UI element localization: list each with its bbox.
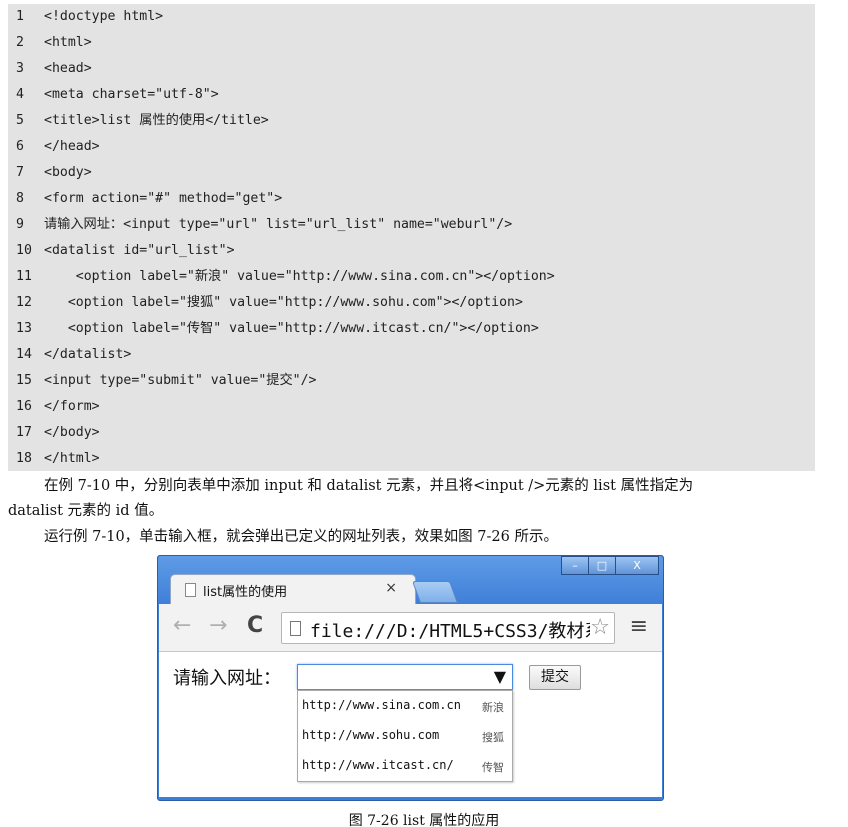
line-code: <body>: [44, 165, 92, 180]
submit-button[interactable]: 提交: [529, 665, 581, 690]
datalist-option[interactable]: http://www.sina.com.cn 新浪: [298, 691, 512, 721]
code-line: 7 <body>: [8, 160, 815, 186]
address-bar[interactable]: file:///D:/HTML5+CSS3/教材系 ☆: [281, 612, 615, 644]
address-url: file:///D:/HTML5+CSS3/教材系: [310, 621, 590, 642]
line-number: 13: [16, 321, 32, 336]
line-number: 6: [16, 139, 24, 154]
code-line: 3 <head>: [8, 56, 815, 82]
code-line: 8 <form action="#" method="get">: [8, 186, 815, 212]
code-line: 5 <title>list 属性的使用</title>: [8, 108, 815, 134]
code-line: 11 <option label="新浪" value="http://www.…: [8, 264, 815, 290]
code-line: 14 </datalist>: [8, 342, 815, 368]
code-block: 1 <!doctype html> 2 <html> 3 <head> 4 <meta …: [8, 4, 815, 471]
line-number: 11: [16, 269, 32, 284]
line-code: <!doctype html>: [44, 9, 164, 24]
line-number: 15: [16, 373, 32, 388]
code-line: 17 </body>: [8, 420, 815, 446]
option-url: http://www.sohu.com: [302, 728, 440, 742]
code-line: 10 <datalist id="url_list">: [8, 238, 815, 264]
line-number: 7: [16, 165, 24, 180]
line-code: </body>: [44, 425, 100, 440]
code-line: 1 <!doctype html>: [8, 4, 815, 30]
line-code: <head>: [44, 61, 92, 76]
code-line: 6 </head>: [8, 134, 815, 160]
code-line: 18 </html>: [8, 446, 815, 472]
option-url: http://www.sina.com.cn: [302, 698, 461, 712]
line-code: <meta charset="utf-8">: [44, 87, 219, 102]
toolbar: ← → C file:///D:/HTML5+CSS3/教材系 ☆ ≡: [159, 604, 662, 652]
datalist-dropdown: http://www.sina.com.cn 新浪 http://www.soh…: [297, 690, 513, 782]
tab-close-icon[interactable]: ×: [385, 580, 397, 596]
code-line: 9 请输入网址：<input type="url" list="url_list"…: [8, 212, 815, 238]
close-window-button[interactable]: X: [615, 556, 659, 575]
paragraph-line: 在例 7-10 中，分别向表单中添加 input 和 datalist 元素，并…: [44, 478, 694, 494]
browser-window: – □ X list属性的使用 × ← → C file:///D:/HTML5…: [157, 555, 664, 801]
line-code: </datalist>: [44, 347, 132, 362]
code-line: 13 <option label="传智" value="http://www.…: [8, 316, 815, 342]
browser-tab[interactable]: list属性的使用 ×: [170, 574, 416, 604]
line-code: <form action="#" method="get">: [44, 191, 283, 206]
line-number: 3: [16, 61, 24, 76]
maximize-button[interactable]: □: [588, 556, 616, 575]
line-number: 4: [16, 87, 24, 102]
option-label: 传智: [482, 761, 504, 774]
figure-caption: 图 7-26 list 属性的应用: [348, 813, 500, 827]
code-line: 15 <input type="submit" value="提交"/>: [8, 368, 815, 394]
line-code: <title>list 属性的使用</title>: [44, 113, 269, 128]
menu-icon[interactable]: ≡: [630, 614, 648, 639]
code-line: 2 <html>: [8, 30, 815, 56]
new-tab-button[interactable]: [411, 581, 459, 603]
code-line: 4 <meta charset="utf-8">: [8, 82, 815, 108]
line-number: 10: [16, 243, 32, 258]
line-number: 12: [16, 295, 32, 310]
line-number: 1: [16, 9, 24, 24]
line-number: 14: [16, 347, 32, 362]
datalist-option[interactable]: http://www.itcast.cn/ 传智: [298, 751, 512, 781]
code-line: 12 <option label="搜狐" value="http://www.…: [8, 290, 815, 316]
line-code: </head>: [44, 139, 100, 154]
option-label: 新浪: [482, 701, 504, 714]
line-number: 17: [16, 425, 32, 440]
page-icon: [185, 583, 196, 597]
page-content: 请输入网址： ▼ 提交 http://www.sina.com.cn 新浪 ht…: [159, 652, 662, 797]
reload-icon[interactable]: C: [247, 614, 263, 638]
tab-title: list属性的使用: [203, 585, 288, 600]
line-code: <option label="传智" value="http://www.itc…: [44, 321, 539, 336]
back-arrow-icon[interactable]: ←: [173, 614, 191, 638]
line-code: <option label="新浪" value="http://www.sin…: [44, 269, 555, 284]
option-label: 搜狐: [482, 731, 504, 744]
datalist-option[interactable]: http://www.sohu.com 搜狐: [298, 721, 512, 751]
line-code: 请输入网址：<input type="url" list="url_list" …: [44, 217, 513, 232]
code-line: 16 </form>: [8, 394, 815, 420]
paragraph-line: 运行例 7-10，单击输入框，就会弹出已定义的网址列表，效果如图 7-26 所示…: [44, 529, 558, 545]
title-bar: – □ X list属性的使用 ×: [158, 556, 663, 604]
forward-arrow-icon[interactable]: →: [209, 614, 227, 638]
line-number: 18: [16, 451, 32, 466]
option-url: http://www.itcast.cn/: [302, 758, 454, 772]
line-code: <option label="搜狐" value="http://www.soh…: [44, 295, 523, 310]
url-field-label: 请输入网址：: [173, 668, 281, 689]
line-number: 16: [16, 399, 32, 414]
line-number: 2: [16, 35, 24, 50]
url-input[interactable]: ▼: [297, 664, 513, 690]
page-icon: [290, 621, 301, 636]
line-number: 9: [16, 217, 24, 232]
line-number: 5: [16, 113, 24, 128]
line-number: 8: [16, 191, 24, 206]
line-code: </html>: [44, 451, 100, 466]
bookmark-star-icon[interactable]: ☆: [590, 615, 610, 640]
line-code: </form>: [44, 399, 100, 414]
line-code: <input type="submit" value="提交"/>: [44, 373, 317, 388]
dropdown-arrow-icon[interactable]: ▼: [494, 667, 506, 686]
line-code: <html>: [44, 35, 92, 50]
window-controls: – □ X: [561, 556, 659, 576]
paragraph-line: datalist 元素的 id 值。: [8, 503, 164, 519]
line-code: <datalist id="url_list">: [44, 243, 235, 258]
minimize-button[interactable]: –: [561, 556, 589, 575]
